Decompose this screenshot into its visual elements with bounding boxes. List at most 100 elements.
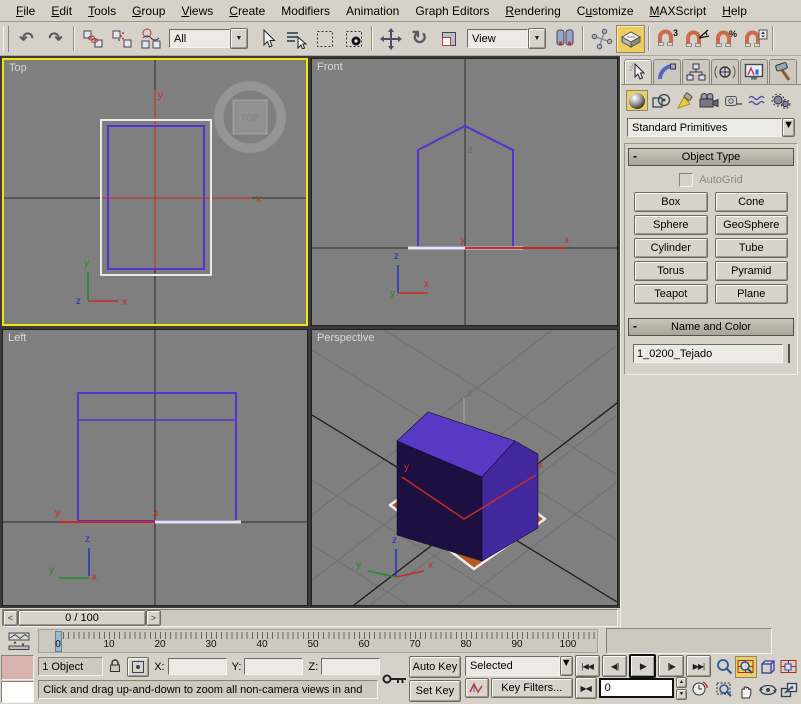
key-mode-toggle-button[interactable]: ▶◀ [575,677,597,699]
spinner-snap-toggle-icon[interactable] [740,25,769,53]
category-lights-icon[interactable] [674,90,696,111]
viewport-front-label[interactable]: Front [317,61,343,73]
selection-lock-icon[interactable] [106,657,124,677]
menu-graph-editors[interactable]: Graph Editors [407,1,497,21]
zoom-extents-all-icon[interactable] [779,656,799,678]
viewport-left[interactable]: Left y x z y x [2,329,308,606]
menu-help[interactable]: Help [714,1,755,21]
unlink-selection-icon[interactable] [107,25,136,53]
redo-icon[interactable]: ↷ [41,25,70,53]
cylinder-button[interactable]: Cylinder [634,238,708,258]
default-in-out-tangent-icon[interactable] [465,678,489,698]
viewport-left-label[interactable]: Left [8,332,26,344]
auto-key-button[interactable]: Auto Key [409,656,461,678]
listener-macro-pane[interactable] [1,655,34,680]
dropdown-arrow-icon[interactable]: ▼ [560,656,573,676]
menu-rendering[interactable]: Rendering [497,1,568,21]
category-cameras-icon[interactable] [698,90,720,111]
menu-group[interactable]: Group [124,1,173,21]
go-to-start-button[interactable]: |◀◀ [575,655,600,677]
set-key-button[interactable]: Set Key [409,680,461,702]
select-and-manipulate-icon[interactable] [587,25,616,53]
subcategory-dropdown[interactable]: Standard Primitives ▼ [627,118,795,137]
viewport-front[interactable]: Front z y x z x y [311,58,618,326]
tab-motion[interactable] [711,59,739,84]
category-space-warps-icon[interactable] [746,90,768,111]
category-helpers-icon[interactable] [722,90,744,111]
viewport-top[interactable]: Top y x TOP y [2,58,308,326]
undo-icon[interactable]: ↶ [12,25,41,53]
tube-button[interactable]: Tube [715,238,789,258]
viewport-perspective-canvas[interactable]: z y x z x y [312,330,617,605]
x-coordinate-input[interactable] [168,658,227,675]
percent-snap-toggle-icon[interactable]: % [711,25,740,53]
torus-button[interactable]: Torus [634,261,708,281]
object-color-swatch[interactable] [788,344,790,363]
viewport-top-label[interactable]: Top [9,62,27,74]
reference-coordinate-system-dropdown[interactable]: View ▼ [467,28,546,49]
rectangular-selection-region-icon[interactable] [310,25,339,53]
menu-modifiers[interactable]: Modifiers [273,1,338,21]
toolbar-drag-handle[interactable] [3,26,9,52]
use-pivot-point-center-icon[interactable] [550,25,579,53]
menu-maxscript[interactable]: MAXScript [642,1,715,21]
z-coordinate-input[interactable] [321,658,380,675]
y-coordinate-input[interactable] [244,658,303,675]
listener-script-pane[interactable] [1,681,34,703]
window-crossing-icon[interactable] [339,25,368,53]
object-type-rollout-header[interactable]: - Object Type [628,148,794,166]
tab-create[interactable] [624,59,652,84]
select-by-name-icon[interactable] [281,25,310,53]
viewport-perspective-label[interactable]: Perspective [317,332,374,344]
tab-hierarchy[interactable] [682,59,710,84]
category-shapes-icon[interactable] [650,90,672,111]
key-filters-button[interactable]: Key Filters... [491,678,573,698]
dropdown-arrow-icon[interactable]: ▼ [528,28,546,49]
zoom-icon[interactable] [715,656,734,678]
menu-create[interactable]: Create [221,1,273,21]
plane-button[interactable]: Plane [715,284,789,304]
category-geometry-icon[interactable] [626,90,648,111]
selection-filter-dropdown[interactable]: All ▼ [169,28,248,49]
menu-tools[interactable]: Tools [80,1,124,21]
select-object-icon[interactable] [252,25,281,53]
geosphere-button[interactable]: GeoSphere [715,215,789,235]
menu-customize[interactable]: Customize [569,1,642,21]
tab-modify[interactable] [653,59,681,84]
viewcube[interactable]: TOP [214,81,286,153]
object-name-input[interactable] [633,344,783,363]
snaps-toggle-3d-icon[interactable]: 3 [653,25,682,53]
select-and-link-icon[interactable] [78,25,107,53]
time-configuration-icon[interactable] [689,678,711,698]
current-frame-field[interactable]: 0 [599,678,674,698]
angle-snap-toggle-icon[interactable] [682,25,711,53]
set-key-mode-icon[interactable] [380,654,409,704]
arc-rotate-icon[interactable] [758,679,778,701]
next-frame-arrow[interactable]: > [146,610,161,626]
track-bar-ruler[interactable]: 0 10 20 30 40 50 60 70 80 90 100 [38,629,598,653]
time-slider-track[interactable]: < 0 / 100 > [2,609,618,627]
tab-utilities[interactable] [769,59,797,84]
dropdown-arrow-icon[interactable]: ▼ [782,118,795,137]
menu-animation[interactable]: Animation [338,1,407,21]
bind-to-space-warp-icon[interactable] [136,25,165,53]
category-systems-icon[interactable] [770,90,792,111]
box-button[interactable]: Box [634,192,708,212]
pyramid-button[interactable]: Pyramid [715,261,789,281]
keyboard-shortcut-override-icon[interactable] [616,25,645,53]
spinner-down-icon[interactable]: ▼ [676,689,687,700]
zoom-all-icon[interactable] [735,656,757,678]
pan-view-icon[interactable] [735,679,757,701]
viewport-left-canvas[interactable]: y x z y x [3,330,307,605]
region-zoom-icon[interactable] [715,679,734,701]
select-and-scale-icon[interactable] [434,25,463,53]
name-color-rollout-header[interactable]: - Name and Color [628,318,794,336]
spinner-up-icon[interactable]: ▲ [676,677,687,688]
menu-edit[interactable]: Edit [43,1,80,21]
frame-spinner[interactable]: ▲ ▼ [676,677,687,700]
zoom-extents-icon[interactable] [758,656,778,678]
absolute-mode-toggle-icon[interactable] [127,657,149,677]
viewport-top-canvas[interactable]: y x TOP y x z [4,60,306,324]
viewport-perspective[interactable]: Perspective z y [311,329,618,606]
select-and-rotate-icon[interactable]: ↻ [405,25,434,53]
